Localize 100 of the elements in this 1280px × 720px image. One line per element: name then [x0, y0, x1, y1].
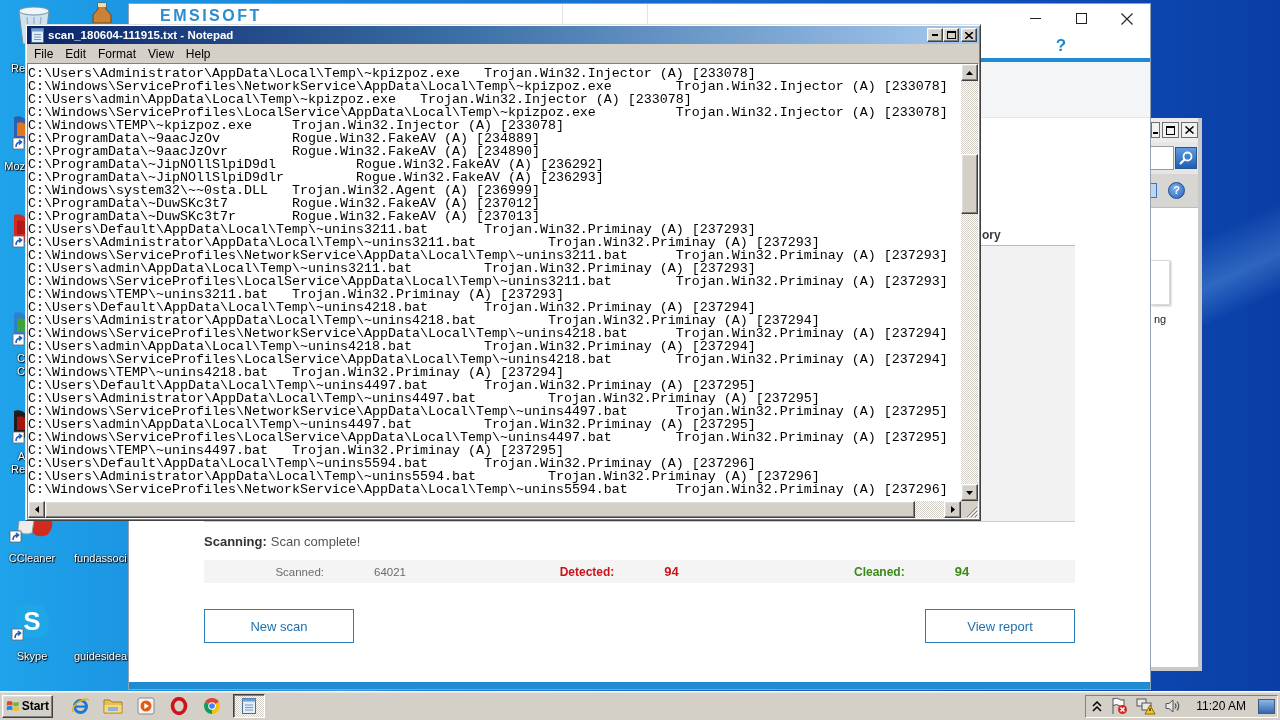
menu-item[interactable]: Format: [92, 45, 143, 62]
tab[interactable]: ory: [981, 225, 1075, 245]
log-line: C:\Users\Default\AppData\Local\Temp\~unins5594.bat Trojan.Win32.Priminay (A) [237296]: [28, 457, 756, 470]
log-line: C:\Windows\system32\~~0sta.DLL Trojan.Win32.Agent (A) [236999]: [28, 184, 540, 197]
show-desktop-button[interactable]: [1258, 698, 1275, 714]
log-line: C:\Users\Default\AppData\Local\Temp\~unins4218.bat Trojan.Win32.Priminay (A) [237294]: [28, 301, 756, 314]
log-line: C:\Windows\ServiceProfiles\NetworkService\AppData\Local\Temp\~unins4497.bat Trojan.Win32.Priminay (A) [237295]: [28, 405, 948, 418]
window-title: scan_180604-111915.txt - Notepad: [48, 29, 235, 41]
app-shortcut-icon[interactable]: [12, 114, 25, 150]
icon-label: fundassoci: [74, 552, 127, 565]
app-shortcut-icon[interactable]: [12, 408, 25, 444]
log-line: C:\Windows\TEMP\~unins3211.bat Trojan.Win32.Priminay (A) [237293]: [28, 288, 564, 301]
minimize-button[interactable]: [1151, 122, 1160, 138]
log-line: C:\Windows\ServiceProfiles\NetworkService\AppData\Local\Temp\~unins5594.bat Trojan.Win32.Priminay (A) [237296]: [28, 483, 948, 496]
play-icon: [137, 697, 155, 715]
menu-item[interactable]: View: [142, 45, 180, 62]
action-button[interactable]: View report: [925, 609, 1075, 643]
icon-label: C C: [17, 352, 25, 378]
start-label: Start: [21, 699, 49, 713]
maximize-icon: [1075, 13, 1087, 24]
log-line: C:\Windows\TEMP\~unins4497.bat Trojan.Win32.Priminay (A) [237295]: [28, 444, 564, 457]
folder-icon: [103, 697, 123, 715]
scroll-right-button[interactable]: [944, 501, 961, 518]
scroll-left-button[interactable]: [28, 501, 45, 518]
clock[interactable]: 11:20 AM: [1196, 699, 1246, 713]
resize-grip-icon[interactable]: [966, 506, 978, 518]
icon-label: A Re: [10, 450, 25, 476]
up-triangle-icon: [966, 70, 973, 75]
stat-value: 94: [664, 564, 680, 579]
ring-icon: [170, 697, 188, 715]
app-icon[interactable]: [91, 2, 113, 23]
close-button[interactable]: [1181, 122, 1198, 138]
log-line: C:\Users\Administrator\AppData\Local\Temp\~unins4218.bat Trojan.Win32.Priminay (A) [237294]: [28, 314, 820, 327]
action-button[interactable]: New scan: [204, 609, 354, 643]
close-icon: [1121, 12, 1133, 25]
network-warning-icon[interactable]: [1136, 697, 1157, 715]
minimize-icon: [932, 34, 938, 36]
stat-label: Scanned:: [274, 565, 324, 578]
menu-item[interactable]: Help: [179, 45, 217, 62]
search-field[interactable]: [1151, 146, 1174, 170]
maximize-icon: [946, 31, 956, 39]
notepad-icon: [30, 27, 45, 43]
log-line: C:\Windows\TEMP\~unins4218.bat Trojan.Win32.Priminay (A) [237294]: [28, 366, 564, 379]
log-line: C:\ProgramData\~JipNOllSlpiD9dlr Rogue.Win32.FakeAV (A) [236293]: [28, 171, 604, 184]
log-line: C:\Windows\ServiceProfiles\LocalService\AppData\Local\Temp\~unins4218.bat Trojan.Win32.Priminay (A) [237294]: [28, 353, 948, 366]
log-line: C:\ProgramData\~DuwSKc3t7r Rogue.Win32.FakeAV (A) [237013]: [28, 210, 540, 223]
close-icon: [965, 31, 973, 39]
vertical-scrollbar[interactable]: [961, 64, 978, 501]
icon-label: Skype: [16, 650, 48, 663]
stat-label: Cleaned:: [852, 564, 905, 579]
log-line: C:\ProgramData\~DuwSKc3t7 Rogue.Win32.FakeAV (A) [237012]: [28, 197, 540, 210]
chevron-up-icon[interactable]: [1092, 700, 1103, 712]
maximize-button[interactable]: [1162, 122, 1179, 138]
start-button[interactable]: Start: [2, 694, 53, 718]
logo: EMSISOFT: [160, 8, 262, 24]
maximize-icon: [1166, 125, 1175, 135]
log-line: C:\ProgramData\~JipNOllSlpiD9dl Rogue.Win32.FakeAV (A) [236292]: [28, 158, 604, 171]
log-line: C:\Windows\ServiceProfiles\LocalService\AppData\Local\Temp\~unins3211.bat Trojan.Win32.Priminay (A) [237293]: [28, 275, 948, 288]
search-button[interactable]: [1175, 147, 1197, 169]
windows-flag-icon: [6, 698, 20, 714]
stat-value: 64021: [374, 565, 407, 578]
minimize-icon: [1029, 18, 1041, 19]
log-line: C:\Users\Default\AppData\Local\Temp\~unins4497.bat Trojan.Win32.Priminay (A) [237295]: [28, 379, 756, 392]
log-line: C:\Users\Default\AppData\Local\Temp\~unins3211.bat Trojan.Win32.Priminay (A) [237293]: [28, 223, 756, 236]
taskbar-button[interactable]: [233, 694, 265, 718]
help-button[interactable]: ?: [1052, 36, 1070, 55]
log-line: C:\Users\admin\AppData\Local\Temp\~kpizpoz.exe Trojan.Win32.Injector (A) [233078]: [28, 93, 692, 106]
scroll-down-button[interactable]: [961, 484, 978, 501]
status-label: Scanning:: [204, 533, 267, 549]
item-label: ng: [1154, 313, 1167, 325]
icon-label: Re: [10, 62, 25, 75]
log-line: C:\Users\admin\AppData\Local\Temp\~unins3211.bat Trojan.Win32.Priminay (A) [237293]: [28, 262, 756, 275]
log-line: C:\ProgramData\~9aacJzOvr Rogue.Win32.FakeAV (A) [234890]: [28, 145, 540, 158]
menu-item[interactable]: Edit: [59, 45, 93, 62]
status-text: Scan complete!: [270, 533, 361, 549]
icon-label: Moz: [4, 160, 25, 173]
log-line: C:\Windows\TEMP\~kpizpoz.exe Trojan.Win32.Injector (A) [233078]: [28, 119, 564, 132]
log-line: C:\Users\admin\AppData\Local\Temp\~unins4218.bat Trojan.Win32.Priminay (A) [237294]: [28, 340, 756, 353]
log-line: C:\Users\admin\AppData\Local\Temp\~unins4497.bat Trojan.Win32.Priminay (A) [237295]: [28, 418, 756, 431]
log-line: C:\Windows\ServiceProfiles\NetworkService\AppData\Local\Temp\~unins4218.bat Trojan.Win32.Priminay (A) [237294]: [28, 327, 948, 340]
log-line: C:\Users\Administrator\AppData\Local\Temp\~unins5594.bat Trojan.Win32.Priminay (A) [237296]: [28, 470, 820, 483]
globe-e-icon: [70, 697, 90, 715]
log-line: C:\Windows\ServiceProfiles\NetworkService\AppData\Local\Temp\~unins3211.bat Trojan.Win32.Priminay (A) [237293]: [28, 249, 948, 262]
log-line: C:\Windows\ServiceProfiles\NetworkService\AppData\Local\Temp\~kpizpoz.exe Trojan.Win32.Injector (A) [233078]: [28, 80, 948, 93]
icon-label: CCleaner: [8, 552, 56, 565]
flag-error-icon[interactable]: [1110, 697, 1129, 715]
scroll-up-button[interactable]: [961, 64, 978, 81]
search-icon: [1179, 151, 1193, 165]
app-shortcut-icon[interactable]: [12, 212, 25, 248]
log-line: C:\Users\Administrator\AppData\Local\Temp\~unins3211.bat Trojan.Win32.Priminay (A) [237293]: [28, 236, 820, 249]
left-triangle-icon: [34, 506, 39, 513]
menu-item[interactable]: File: [28, 45, 60, 62]
close-icon: [1185, 126, 1194, 134]
wheel-icon: [203, 697, 221, 715]
stat-label: Detected:: [558, 564, 615, 579]
scroll-thumb[interactable]: [961, 154, 978, 214]
log-line: C:\Users\Administrator\AppData\Local\Temp\~unins4497.bat Trojan.Win32.Priminay (A) [237295]: [28, 392, 820, 405]
log-line: C:\ProgramData\~9aacJzOv Rogue.Win32.FakeAV (A) [234889]: [28, 132, 540, 145]
log-line: C:\Users\Administrator\AppData\Local\Temp\~kpizpoz.exe Trojan.Win32.Injector (A) [233078]: [28, 67, 756, 80]
stat-value: 94: [954, 564, 971, 579]
